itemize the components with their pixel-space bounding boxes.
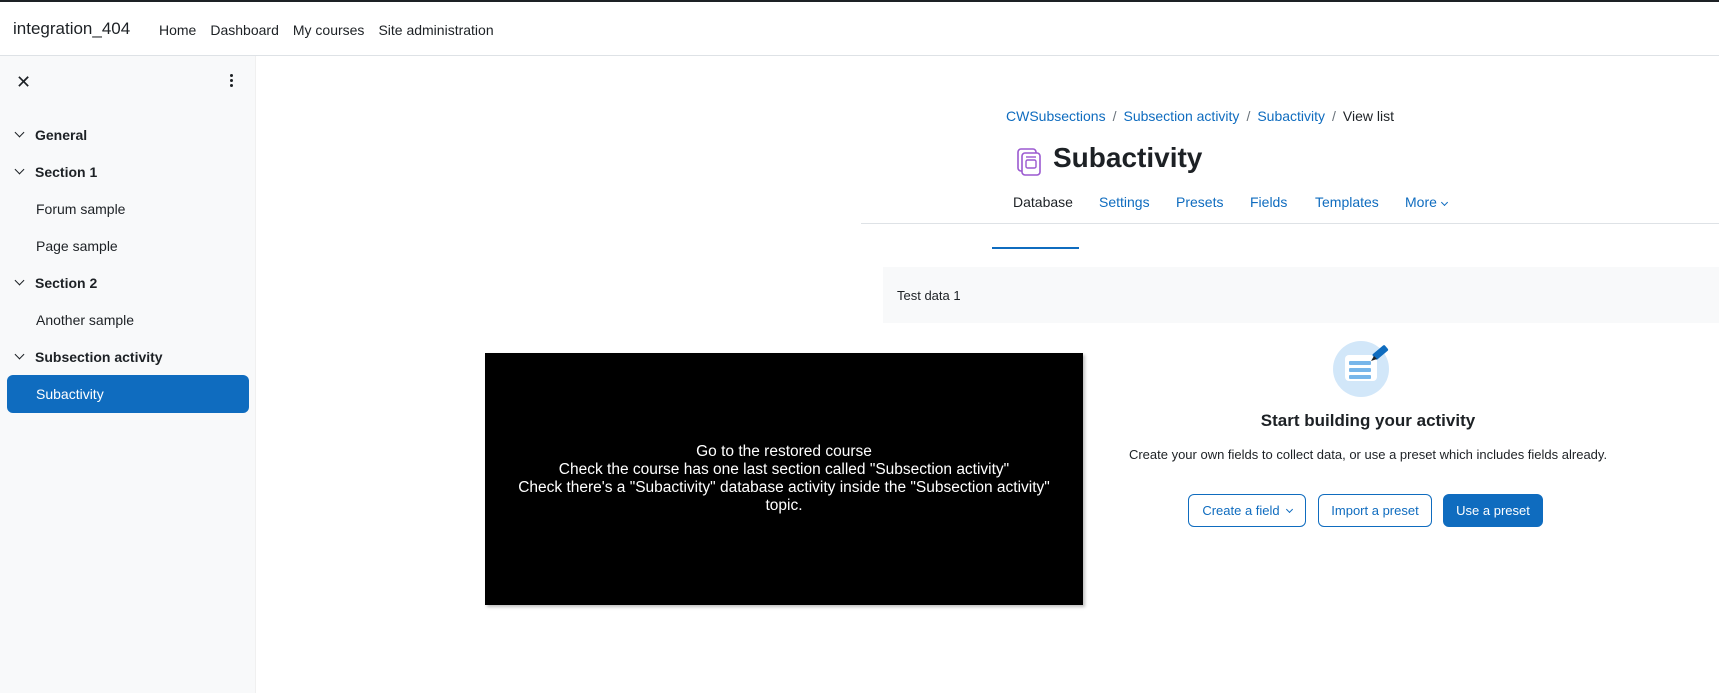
section-general[interactable]: General <box>0 116 256 153</box>
breadcrumb-course[interactable]: CWSubsections <box>1006 108 1106 124</box>
overlay-line: Check the course has one last section ca… <box>558 461 1010 478</box>
course-index-item-subactivity[interactable]: Subactivity <box>7 375 249 413</box>
nav-site-administration[interactable]: Site administration <box>378 22 493 38</box>
empty-state-title: Start building your activity <box>1260 411 1476 430</box>
active-tab-indicator <box>992 247 1079 249</box>
chevron-down-icon <box>1285 505 1293 513</box>
form-edit-icon <box>1333 341 1389 397</box>
breadcrumb: CWSubsections / Subsection activity / Subact… <box>1006 108 1395 124</box>
primary-navigation: Home Dashboard My courses Site administr… <box>159 22 508 38</box>
instruction-overlay: Go to the restored course Check the cour… <box>485 353 1083 605</box>
course-index-drawer: ✕ General Section 1 Forum sample Page sa… <box>0 56 256 693</box>
section-label: Subsection activity <box>35 348 163 365</box>
breadcrumb-section[interactable]: Subsection activity <box>1123 108 1239 124</box>
tab-settings[interactable]: Settings <box>1099 194 1150 210</box>
chevron-down-icon[interactable] <box>14 349 25 360</box>
secondary-navigation: Database Settings Presets Fields Templat… <box>861 180 1719 224</box>
course-index-item-another-sample[interactable]: Another sample <box>0 301 256 338</box>
chevron-down-icon <box>1440 198 1448 207</box>
close-icon[interactable]: ✕ <box>16 72 31 93</box>
overlay-line: Go to the restored course <box>696 443 872 460</box>
course-index-item-forum-sample[interactable]: Forum sample <box>0 190 256 227</box>
breadcrumb-current: View list <box>1342 108 1395 124</box>
chevron-down-icon[interactable] <box>14 127 25 138</box>
tab-more-label: More <box>1405 194 1437 210</box>
import-preset-button[interactable]: Import a preset <box>1318 494 1432 527</box>
top-navbar: integration_404 Home Dashboard My course… <box>0 0 1719 56</box>
tertiary-navigation: Test data 1 <box>883 267 1719 323</box>
section-1[interactable]: Section 1 <box>0 153 256 190</box>
tab-database[interactable]: Database <box>1013 194 1073 210</box>
database-activity-icon <box>1017 148 1041 176</box>
course-index: General Section 1 Forum sample Page samp… <box>0 116 256 413</box>
site-name[interactable]: integration_404 <box>13 19 130 39</box>
section-label: Section 1 <box>35 163 98 180</box>
empty-state-description: Create your own fields to collect data, … <box>1128 447 1608 462</box>
nav-home[interactable]: Home <box>159 22 196 38</box>
chevron-down-icon[interactable] <box>14 275 25 286</box>
nav-dashboard[interactable]: Dashboard <box>210 22 279 38</box>
create-field-button[interactable]: Create a field <box>1188 494 1306 527</box>
tab-templates[interactable]: Templates <box>1315 194 1379 210</box>
breadcrumb-activity[interactable]: Subactivity <box>1257 108 1325 124</box>
nav-my-courses[interactable]: My courses <box>293 22 365 38</box>
tertiary-label: Test data 1 <box>897 288 961 303</box>
page-title: Subactivity <box>1053 142 1203 173</box>
kebab-menu-icon[interactable] <box>226 72 236 90</box>
use-preset-button[interactable]: Use a preset <box>1443 494 1543 527</box>
section-label: General <box>35 126 88 143</box>
create-field-label: Create a field <box>1202 503 1280 518</box>
tab-more[interactable]: More <box>1405 194 1448 210</box>
section-subsection-activity[interactable]: Subsection activity <box>0 338 256 375</box>
course-index-item-page-sample[interactable]: Page sample <box>0 227 256 264</box>
section-2[interactable]: Section 2 <box>0 264 256 301</box>
section-label: Section 2 <box>35 274 98 291</box>
chevron-down-icon[interactable] <box>14 164 25 175</box>
overlay-line: Check there's a "Subactivity" database a… <box>518 479 1050 514</box>
tab-fields[interactable]: Fields <box>1250 194 1287 210</box>
tab-presets[interactable]: Presets <box>1176 194 1223 210</box>
